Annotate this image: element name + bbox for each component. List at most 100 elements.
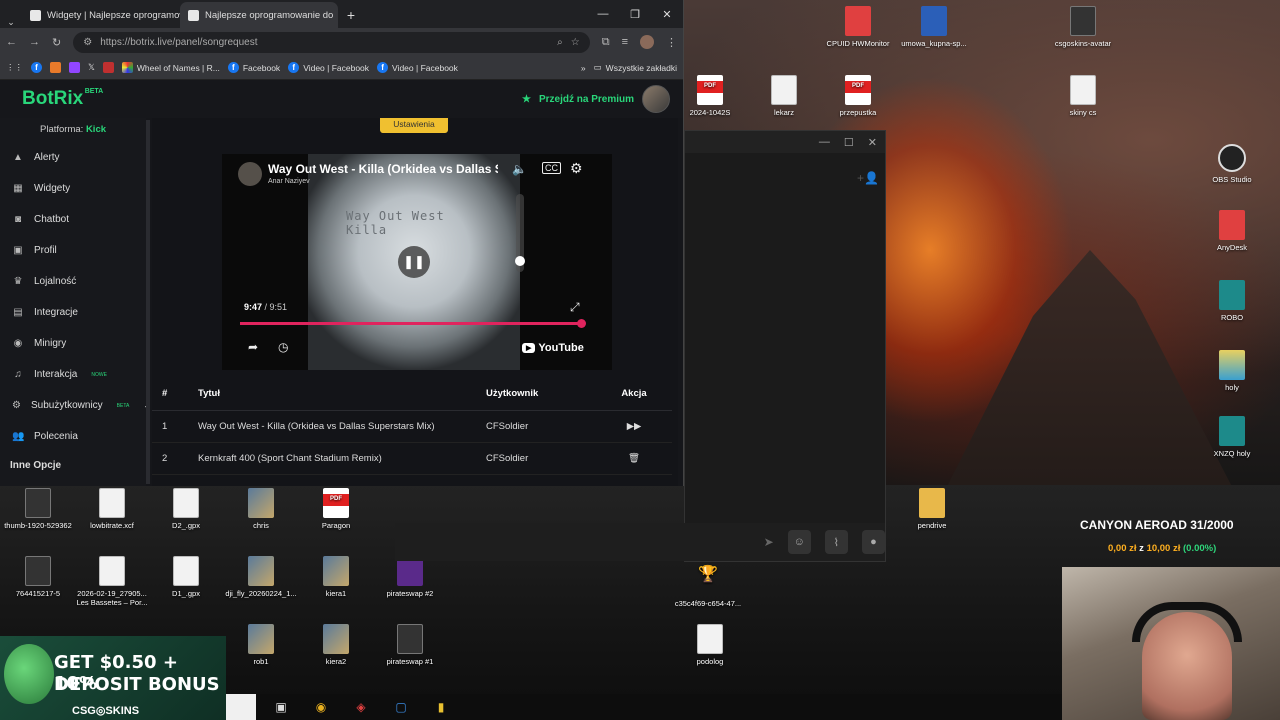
- chat-input[interactable]: [405, 528, 750, 556]
- channel-name[interactable]: Anar Naziyev: [268, 178, 310, 185]
- more-bookmarks-icon[interactable]: »: [581, 63, 586, 73]
- desktop-icon-les-bassetes[interactable]: 2026-02-19_27905... Les Bassetes – Por..…: [76, 556, 148, 607]
- chrome-icon[interactable]: ◉: [306, 694, 336, 720]
- desktop-icon-podolog[interactable]: podolog: [674, 624, 746, 667]
- sidebar-scrollbar[interactable]: [146, 120, 150, 484]
- desktop-icon-2024-1042s[interactable]: PDF 2024-1042S: [674, 75, 746, 118]
- window-app-icon[interactable]: ▢: [386, 694, 416, 720]
- facebook-bookmark-icon[interactable]: f: [31, 62, 42, 73]
- menu-icon[interactable]: ⋮: [666, 36, 677, 49]
- settings-gear-icon[interactable]: ⚙: [570, 160, 583, 177]
- terminal-icon[interactable]: ▣: [266, 694, 296, 720]
- pause-button[interactable]: ❚❚: [398, 246, 430, 278]
- desktop-icon-kiera1[interactable]: kiera1: [300, 556, 372, 599]
- desktop-icon-764415217[interactable]: 764415217-5: [2, 556, 74, 599]
- desktop-icon-kiera2[interactable]: kiera2: [300, 624, 372, 667]
- delete-icon[interactable]: 🗑: [596, 442, 672, 475]
- desktop-icon-d2-gpx[interactable]: D2_.gpx: [150, 488, 222, 531]
- hwmonitor-icon[interactable]: ◈: [346, 694, 376, 720]
- desktop-icon-robo[interactable]: ROBO: [1196, 280, 1268, 323]
- sidebar-item-profil[interactable]: ▣ Profil: [0, 235, 146, 266]
- desktop-icon-xnzq-holy[interactable]: XNZQ holy: [1196, 416, 1268, 459]
- new-tab-icon[interactable]: +: [338, 2, 364, 28]
- taskbar-blank-app[interactable]: [226, 694, 256, 720]
- watch-later-icon[interactable]: ◷: [278, 340, 288, 354]
- channel-avatar[interactable]: [238, 162, 262, 186]
- youtube-player[interactable]: Way Out West Killa Way Out West - Killa (…: [222, 154, 612, 370]
- desktop-icon-d1-gpx[interactable]: D1_.gpx: [150, 556, 222, 599]
- back-icon[interactable]: ←: [6, 36, 17, 48]
- bookmark-video-facebook-2[interactable]: f Video | Facebook: [377, 62, 458, 73]
- user-avatar[interactable]: [642, 85, 670, 113]
- all-bookmarks[interactable]: ▭ Wszystkie zakładki: [594, 62, 677, 73]
- sidebar-item-polecenia[interactable]: 👥 Polecenia: [0, 421, 146, 452]
- desktop-icon-cpuid[interactable]: CPUID HWMonitor: [822, 6, 894, 49]
- desktop-icon-przepustka[interactable]: PDF przepustka: [822, 75, 894, 118]
- forward-icon[interactable]: →: [29, 36, 40, 48]
- minimize-icon[interactable]: —: [587, 0, 619, 28]
- x-icon[interactable]: 𝕏: [88, 62, 95, 73]
- desktop-icon-pirateswap-1[interactable]: pirateswap #1: [374, 624, 446, 667]
- sidebar-item-minigry[interactable]: ◉ Minigry: [0, 328, 146, 359]
- attach-icon[interactable]: ⌇: [824, 530, 848, 554]
- close-icon[interactable]: ✕: [651, 0, 683, 28]
- desktop-icon-pirateswap-2[interactable]: pirateswap #2: [374, 556, 446, 599]
- share-icon[interactable]: ➦: [248, 340, 258, 354]
- apps-icon[interactable]: ⋮⋮: [6, 62, 23, 73]
- add-user-icon[interactable]: +👤: [857, 171, 879, 185]
- fullscreen-icon[interactable]: ⤢: [570, 300, 580, 315]
- sidebar-item-interakcja[interactable]: ♫ Interakcja NOWE: [0, 359, 146, 390]
- site-info-icon[interactable]: ⚙: [83, 37, 92, 48]
- desktop-icon-lekarz[interactable]: lekarz: [748, 75, 820, 118]
- desktop-icon-skiny-cs[interactable]: skiny cs: [1047, 75, 1119, 118]
- extensions-icon[interactable]: ⧉: [602, 36, 610, 49]
- desktop-icon-pendrive[interactable]: pendrive: [896, 488, 968, 531]
- tab-songrequest[interactable]: Najlepsze oprogramowanie do✕: [180, 2, 338, 28]
- desktop-icon-obs[interactable]: OBS Studio: [1196, 144, 1268, 185]
- bookmark-facebook[interactable]: f Facebook: [227, 62, 280, 73]
- bookmark-star-icon[interactable]: ☆: [571, 37, 580, 48]
- bookmark-video-facebook-1[interactable]: f Video | Facebook: [288, 62, 369, 73]
- desktop-icon-anydesk[interactable]: AnyDesk: [1196, 210, 1268, 253]
- url-field[interactable]: ⚙ https://botrix.live/panel/songrequest ⌕ ☆: [73, 31, 590, 53]
- microphone-icon[interactable]: ●: [861, 530, 886, 554]
- twitch-icon[interactable]: [69, 62, 80, 73]
- desktop-icon-thumb[interactable]: thumb-1920-529362: [2, 488, 74, 531]
- media-icon[interactable]: ≡: [622, 36, 628, 48]
- zoom-icon[interactable]: ⌕: [557, 37, 563, 48]
- youtube-logo[interactable]: ▶ YouTube: [522, 342, 584, 354]
- maximize-icon[interactable]: ☐: [844, 136, 854, 149]
- minimize-icon[interactable]: —: [819, 136, 830, 148]
- maximize-icon[interactable]: ❐: [619, 0, 651, 28]
- reload-icon[interactable]: ↻: [52, 36, 61, 49]
- premium-link[interactable]: ★ Przejdź na Premium: [522, 85, 670, 113]
- desktop-icon-csgoskins-avatar[interactable]: csgoskins-avatar: [1047, 6, 1119, 49]
- botrix-logo[interactable]: BotRix BETA: [22, 88, 103, 110]
- close-icon[interactable]: ✕: [868, 136, 877, 149]
- send-icon[interactable]: ➤: [764, 535, 774, 549]
- sidebar-item-chatbot[interactable]: ◙ Chatbot: [0, 204, 146, 235]
- volume-slider[interactable]: [515, 194, 525, 272]
- sidebar-item-integracje[interactable]: ▤ Integracje: [0, 297, 146, 328]
- desktop-icon-holy[interactable]: holy: [1196, 350, 1268, 393]
- bookmark-wheel-of-names[interactable]: Wheel of Names | R...: [121, 62, 220, 73]
- desktop-icon-rob1[interactable]: rob1: [225, 624, 297, 667]
- tab-search-icon[interactable]: ⌄: [0, 17, 22, 28]
- bookmark-icon[interactable]: [102, 62, 114, 73]
- sidebar-item-subuzytkownicy[interactable]: ⚙SubużytkownicyBETA⌄: [0, 390, 150, 421]
- emoji-icon[interactable]: ☺: [787, 530, 811, 554]
- desktop-icon-paragon[interactable]: PDF Paragon: [300, 488, 372, 531]
- sidebar-item-alerty[interactable]: ▲ Alerty: [0, 142, 146, 173]
- progress-bar[interactable]: [240, 319, 586, 328]
- sidebar-item-lojalnosc[interactable]: ♛ Lojalność: [0, 266, 146, 297]
- captions-icon[interactable]: CC: [542, 162, 561, 174]
- profile-avatar[interactable]: [640, 35, 654, 49]
- bookmark-icon[interactable]: [50, 62, 61, 73]
- desktop-icon-dji-fly[interactable]: dji_fly_20260224_1...: [225, 556, 297, 599]
- play-next-icon[interactable]: ▶▶: [596, 410, 672, 443]
- desktop-icon-c35c4f69[interactable]: 🏆 c35c4f69-c654-47...: [672, 566, 744, 609]
- video-title[interactable]: Way Out West - Killa (Orkidea vs Dallas …: [268, 162, 498, 176]
- sidebar-item-widgety[interactable]: ▦ Widgety: [0, 173, 146, 204]
- desktop-icon-chris[interactable]: chris: [225, 488, 297, 531]
- tab-widgety[interactable]: Widgety | Najlepsze oprogramowa✕: [22, 2, 180, 28]
